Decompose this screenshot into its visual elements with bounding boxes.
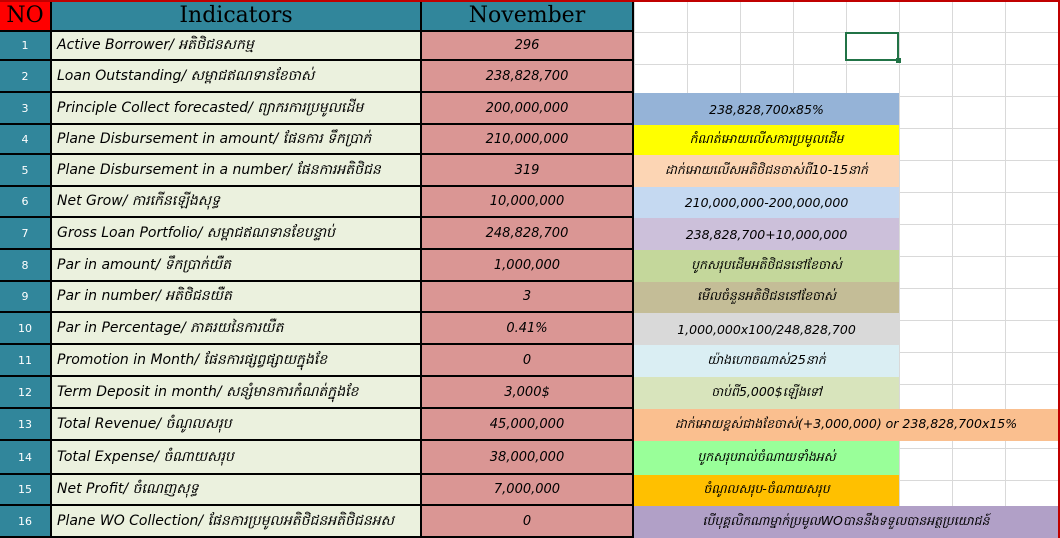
note-cell[interactable]: កំណត់អោយលើសការប្រមូលដើម: [634, 125, 899, 155]
indicator-cell[interactable]: Total Expense/ ចំណាយសរុប: [52, 441, 422, 475]
row-number[interactable]: 2: [0, 61, 52, 93]
indicator-cell[interactable]: Gross Loan Portfolio/ សម្ពាជឥណទានខែបន្ទា…: [52, 218, 422, 250]
november-value-cell[interactable]: 319: [422, 155, 634, 187]
indicator-cell[interactable]: Par in Percentage/ ភាគរយនៃការយឺត: [52, 313, 422, 345]
row-number[interactable]: 13: [0, 409, 52, 441]
row-number[interactable]: 5: [0, 155, 52, 187]
row-number[interactable]: 11: [0, 345, 52, 377]
november-value-cell[interactable]: 38,000,000: [422, 441, 634, 475]
indicator-cell[interactable]: Plane Disbursement in amount/ ផែនការ ទឹក…: [52, 125, 422, 155]
spreadsheet: NO Indicators November 1 Active Borrower/…: [0, 0, 1060, 538]
november-value-cell[interactable]: 0.41%: [422, 313, 634, 345]
note-cell[interactable]: បូកសរុបរាល់ចំណាយទាំងអស់: [634, 441, 899, 475]
fill-handle[interactable]: [896, 58, 901, 63]
november-value-cell[interactable]: 7,000,000: [422, 475, 634, 506]
indicator-cell[interactable]: Loan Outstanding/ សម្ពាជឥណទានខែចាស់: [52, 61, 422, 93]
note-cell[interactable]: ចំណូលសរុប-ចំណាយសរុប: [634, 475, 899, 506]
november-value-cell[interactable]: 238,828,700: [422, 61, 634, 93]
sheet-border-top: [0, 0, 1060, 2]
row-number[interactable]: 1: [0, 32, 52, 61]
november-value-cell[interactable]: 1,000,000: [422, 250, 634, 282]
november-value-cell[interactable]: 10,000,000: [422, 187, 634, 218]
row-number[interactable]: 15: [0, 475, 52, 506]
indicator-cell[interactable]: Plane WO Collection/ ផែនការប្រមូលអតិថិជន…: [52, 506, 422, 538]
row-number[interactable]: 4: [0, 125, 52, 155]
note-cell[interactable]: 1,000,000x100/248,828,700: [634, 313, 899, 345]
indicator-cell[interactable]: Par in amount/ ទឹកប្រាក់យឺត: [52, 250, 422, 282]
note-cell[interactable]: ដាក់អោយលើសអតិថិជនចាស់ពី10-15នាក់: [634, 155, 899, 187]
note-cell[interactable]: យ៉ាងហោចណាស់25នាក់: [634, 345, 899, 377]
row-number[interactable]: 12: [0, 377, 52, 409]
row-number[interactable]: 10: [0, 313, 52, 345]
indicator-cell[interactable]: Plane Disbursement in a number/ ផែនការអត…: [52, 155, 422, 187]
indicator-cell[interactable]: Net Profit/ ចំណេញសុទ្ធ: [52, 475, 422, 506]
note-cell[interactable]: ចាប់ពី5,000$ឡើងទៅ: [634, 377, 899, 409]
row-number[interactable]: 7: [0, 218, 52, 250]
row-number[interactable]: 16: [0, 506, 52, 538]
november-value-cell[interactable]: 0: [422, 345, 634, 377]
indicator-cell[interactable]: Promotion in Month/ ផែនការផ្សព្វផ្សាយក្ន…: [52, 345, 422, 377]
november-value-cell[interactable]: 45,000,000: [422, 409, 634, 441]
note-cell[interactable]: បូកសរុបដើមអតិថិជននៅខែចាស់: [634, 250, 899, 282]
note-cell[interactable]: ដាក់អោយខ្ពស់ជាងខែចាស់(+3,000,000) or 238…: [634, 409, 1058, 441]
november-value-cell[interactable]: 210,000,000: [422, 125, 634, 155]
november-value-cell[interactable]: 200,000,000: [422, 93, 634, 125]
note-cell[interactable]: មើលចំនួនអតិថិជននៅខែចាស់: [634, 282, 899, 313]
header-november[interactable]: November: [422, 0, 634, 32]
indicator-cell[interactable]: Par in number/ អតិថិជនយឺត: [52, 282, 422, 313]
row-number[interactable]: 3: [0, 93, 52, 125]
indicator-cell[interactable]: Net Grow/ ការកើនឡើងសុទ្ធ: [52, 187, 422, 218]
selected-cell[interactable]: [845, 32, 899, 61]
indicator-cell[interactable]: Principle Collect forecasted/ ព្យាករការប…: [52, 93, 422, 125]
indicator-cell[interactable]: Total Revenue/ ចំណូលសរុប: [52, 409, 422, 441]
row-number[interactable]: 6: [0, 187, 52, 218]
note-cell[interactable]: 210,000,000-200,000,000: [634, 187, 899, 218]
note-cell[interactable]: 238,828,700x85%: [634, 93, 899, 125]
november-value-cell[interactable]: 296: [422, 32, 634, 61]
november-value-cell[interactable]: 3,000$: [422, 377, 634, 409]
header-no[interactable]: NO: [0, 0, 52, 32]
note-cell[interactable]: បើបុគ្គលិកណាម្នាក់ប្រមូលWOបាននឹងទទួលបានអ…: [634, 506, 1058, 538]
november-value-cell[interactable]: 248,828,700: [422, 218, 634, 250]
november-value-cell[interactable]: 3: [422, 282, 634, 313]
indicator-cell[interactable]: Term Deposit in month/ សន្សំមានការកំណត់ក…: [52, 377, 422, 409]
note-cell[interactable]: 238,828,700+10,000,000: [634, 218, 899, 250]
row-number[interactable]: 14: [0, 441, 52, 475]
november-value-cell[interactable]: 0: [422, 506, 634, 538]
row-number[interactable]: 8: [0, 250, 52, 282]
indicator-cell[interactable]: Active Borrower/ អតិថិជនសកម្ម: [52, 32, 422, 61]
row-number[interactable]: 9: [0, 282, 52, 313]
header-indicators[interactable]: Indicators: [52, 0, 422, 32]
